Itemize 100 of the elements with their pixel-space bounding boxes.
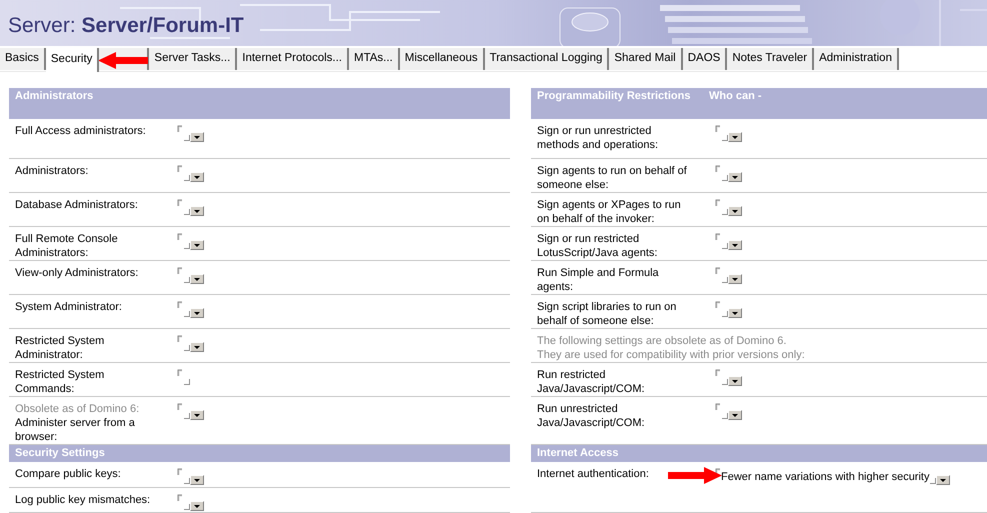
bracket-icon xyxy=(184,311,190,317)
dropdown-button[interactable] xyxy=(936,475,950,485)
caret-icon xyxy=(194,244,200,246)
bracket-icon xyxy=(184,345,190,351)
tab[interactable]: Security xyxy=(46,48,100,72)
bracket-icon xyxy=(177,301,183,309)
caret-icon xyxy=(194,478,200,482)
bracket-icon xyxy=(722,135,728,141)
dropdown-button[interactable] xyxy=(728,240,742,250)
section-title: Security Settings xyxy=(15,447,106,461)
bracket-icon xyxy=(722,311,728,317)
field-label: Administer server from a browser: xyxy=(15,416,136,444)
dropdown-button[interactable] xyxy=(190,132,204,142)
dropdown-button[interactable] xyxy=(728,206,742,216)
caret-icon xyxy=(194,504,200,508)
caret-icon xyxy=(940,478,946,482)
caret-icon xyxy=(732,414,738,416)
caret-icon xyxy=(194,312,200,314)
bracket-icon xyxy=(184,478,190,484)
obsolete-note: The following settings are obsolete as of Domino 6. xyxy=(537,334,788,348)
field-label: Sign agents to run on behalf of someone else: xyxy=(537,164,688,192)
caret-icon xyxy=(194,278,200,280)
field-label: Sign or run unrestricted methods and operations: xyxy=(537,124,660,152)
dropdown-button[interactable] xyxy=(190,172,204,182)
caret-icon xyxy=(194,176,200,178)
bracket-icon xyxy=(715,165,721,173)
dropdown-button[interactable] xyxy=(190,410,204,420)
dropdown-button[interactable] xyxy=(190,206,204,216)
dropdown-button[interactable] xyxy=(190,240,204,250)
bracket-icon xyxy=(722,379,728,385)
field-label: Restricted System Administrator: xyxy=(15,334,106,362)
field-label: Full Access administrators: xyxy=(15,124,147,138)
caret-icon xyxy=(732,136,738,138)
bracket-icon xyxy=(177,494,183,502)
bracket-icon xyxy=(184,175,190,181)
tab[interactable]: Internet Protocols... xyxy=(237,48,349,70)
field-label: Full Remote Console Administrators: xyxy=(15,232,119,260)
caret-icon xyxy=(194,346,200,348)
field-label: Database Administrators: xyxy=(15,198,139,212)
tab[interactable]: Miscellaneous xyxy=(400,48,485,70)
field-label: Sign or run restricted LotusScript/Java agents: xyxy=(537,232,658,260)
bracket-icon xyxy=(715,199,721,207)
caret-icon xyxy=(732,278,738,280)
caret-icon xyxy=(732,380,738,382)
bracket-icon xyxy=(177,468,183,476)
bracket-icon xyxy=(722,413,728,419)
dropdown-button[interactable] xyxy=(728,274,742,284)
section-title: Administrators xyxy=(15,90,94,104)
bracket-icon xyxy=(184,504,190,510)
tab[interactable]: Basics xyxy=(0,48,46,70)
bracket-icon xyxy=(177,233,183,241)
section-title: Internet Access xyxy=(537,447,620,461)
bracket-icon xyxy=(177,335,183,343)
field-label: Restricted System Commands: xyxy=(15,368,106,396)
tab[interactable]: DAOS xyxy=(682,48,728,70)
dropdown-button[interactable] xyxy=(728,410,742,420)
dropdown-button[interactable] xyxy=(728,308,742,318)
bracket-icon xyxy=(184,209,190,215)
tab[interactable]: MTAs... xyxy=(348,48,400,70)
caret-icon xyxy=(194,210,200,212)
field-label: View-only Administrators: xyxy=(15,266,140,280)
field-label: Log public key mismatches: xyxy=(15,493,152,507)
bracket-icon xyxy=(715,267,721,275)
section-title: Programmability Restrictions xyxy=(537,90,692,104)
field-label: Run Simple and Formula agents: xyxy=(537,266,660,294)
bracket-icon xyxy=(715,301,721,309)
bracket-icon xyxy=(184,277,190,283)
name-field[interactable]: Fewer name variations with higher security xyxy=(715,467,950,512)
dropdown-button[interactable] xyxy=(190,501,204,511)
caret-icon xyxy=(194,414,200,416)
bracket-icon xyxy=(722,175,728,181)
dropdown-button[interactable] xyxy=(728,172,742,182)
column-heading: Who can - xyxy=(709,90,762,104)
dropdown-button[interactable] xyxy=(190,475,204,485)
field-value: Fewer name variations with higher security xyxy=(721,470,930,484)
field-label: Run unrestricted Java/Javascript/COM: xyxy=(537,402,646,430)
dropdown-button[interactable] xyxy=(728,132,742,142)
tab[interactable]: Shared Mail xyxy=(609,48,683,70)
bracket-icon xyxy=(184,413,190,419)
dropdown-button[interactable] xyxy=(190,308,204,318)
tab[interactable]: Transactional Logging xyxy=(484,48,610,70)
caret-icon xyxy=(194,136,200,138)
field-label: Run restricted Java/Javascript/COM: xyxy=(537,368,646,396)
tab[interactable]: Administration xyxy=(814,48,899,70)
dropdown-button[interactable] xyxy=(728,376,742,386)
tab[interactable]: Notes Traveler xyxy=(727,48,814,70)
bracket-icon xyxy=(715,403,721,411)
dropdown-button[interactable] xyxy=(190,342,204,352)
name-field[interactable] xyxy=(177,493,204,512)
obsolete-note: They are used for compatibility with prior versions only: xyxy=(537,348,805,362)
tab[interactable]: Server Tasks... xyxy=(149,48,238,70)
name-field[interactable] xyxy=(177,467,204,487)
bracket-icon xyxy=(715,233,721,241)
caret-icon xyxy=(732,210,738,212)
bracket-icon xyxy=(177,403,183,411)
field-label: Internet authentication: xyxy=(537,467,650,481)
bracket-icon xyxy=(722,243,728,249)
field-label: Sign agents or XPages to run on behalf of the invoker: xyxy=(537,198,682,226)
dropdown-button[interactable] xyxy=(190,274,204,284)
bracket-icon xyxy=(177,165,183,173)
